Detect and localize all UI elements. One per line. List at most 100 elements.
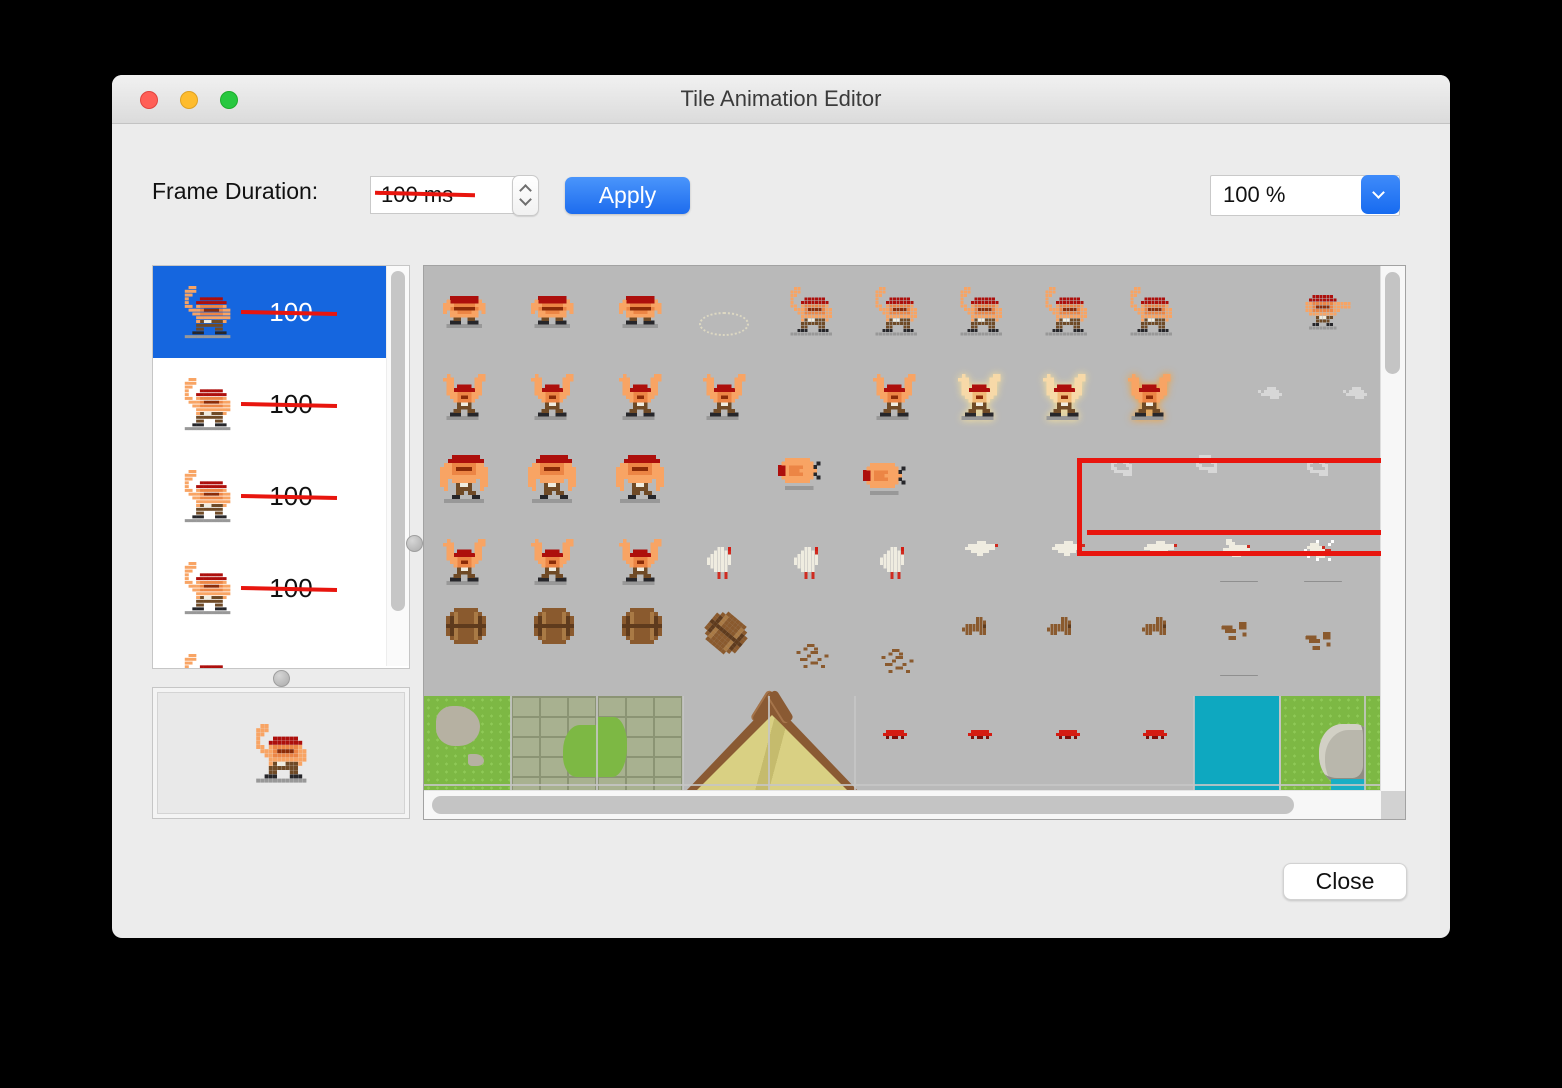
tileset-vertical-scrollbar[interactable] (1380, 266, 1405, 791)
tile-grid-line (768, 696, 770, 791)
chicken-sprite (707, 547, 742, 579)
tile-animation-editor-window: Tile Animation Editor Frame Duration: 10… (112, 75, 1450, 938)
frame-list-item[interactable]: 100 (153, 358, 409, 450)
barrel-sprite (622, 608, 662, 644)
tile-grid-line (1364, 696, 1366, 791)
stone-tile[interactable] (511, 696, 597, 791)
chevron-down-icon (1372, 186, 1385, 199)
crab-sprite (1143, 730, 1170, 739)
ghost-ellipse-sprite (699, 312, 749, 336)
shadow-smear-sprite (1304, 581, 1342, 582)
stone-tile[interactable] (597, 696, 683, 791)
frame-list-scrollbar[interactable] (386, 266, 409, 666)
zoom-level-value: 100 % (1223, 182, 1286, 207)
tile-grid-line (854, 696, 856, 791)
scatter-sprite (878, 649, 920, 674)
flex-sprite (531, 539, 577, 585)
barrel-sprite (534, 608, 574, 644)
tile-grid-line (1193, 696, 1195, 791)
stand-sprite (528, 455, 580, 503)
flex-sprite (703, 374, 749, 420)
water-tile[interactable] (1194, 696, 1279, 791)
birdfly-sprite (965, 541, 1004, 556)
flex-sprite (531, 374, 577, 420)
crab-sprite (968, 730, 995, 739)
lumpbits-sprite (1302, 632, 1344, 650)
barreltilt-sprite (699, 606, 753, 659)
titlebar[interactable]: Tile Animation Editor (112, 75, 1450, 124)
tileset-horizontal-scrollbar[interactable] (424, 790, 1381, 819)
scrollbar-corner (1381, 791, 1405, 819)
raised-sprite (181, 562, 234, 615)
lump-sprite (1047, 617, 1086, 635)
lump-sprite (1142, 617, 1181, 635)
vertical-splitter-handle[interactable] (406, 535, 423, 552)
flex-sprite (443, 374, 489, 420)
window-title: Tile Animation Editor (680, 86, 882, 111)
stepper-down-icon[interactable] (519, 193, 532, 206)
crab-sprite (1056, 730, 1083, 739)
lump-sprite (962, 617, 1001, 635)
frame-list[interactable]: 100 100 100 100 (152, 265, 410, 669)
tileset-panel (423, 265, 1406, 820)
tile-grid-line (424, 784, 1381, 786)
raised-sprite (872, 287, 921, 336)
raised-sprite (252, 724, 311, 783)
tile-grid-line (1279, 696, 1281, 791)
frame-list-item[interactable]: 100 (153, 450, 409, 542)
frame-list-item[interactable]: 100 (153, 542, 409, 634)
grass-tile[interactable] (1365, 696, 1381, 791)
zoom-dropdown-button[interactable] (1361, 175, 1400, 214)
frame-list-scrollbar-thumb[interactable] (391, 271, 405, 611)
raised-sprite (957, 287, 1006, 336)
tileset-vertical-scrollbar-thumb[interactable] (1385, 272, 1400, 374)
frame-duration-stepper[interactable] (512, 175, 539, 216)
animation-preview-panel (152, 687, 410, 819)
stand-sprite (616, 455, 668, 503)
chicken-sprite (794, 547, 829, 579)
red-arrow-annotation (1087, 530, 1381, 535)
scatter-sprite (793, 644, 835, 669)
zoom-level-dropdown[interactable]: 100 % (1210, 175, 1400, 216)
raised-sprite (181, 378, 234, 431)
close-button[interactable]: Close (1283, 863, 1407, 900)
glow-sprite (1043, 374, 1089, 420)
tile-grid-line (596, 696, 598, 791)
flex-sprite (619, 539, 665, 585)
flex-sprite (619, 374, 665, 420)
crouch-sprite (443, 296, 489, 328)
puff-sprite (1340, 387, 1373, 399)
raised-sprite (181, 470, 234, 523)
grassrock-tile[interactable] (1281, 696, 1365, 791)
shadow-smear-sprite (1220, 675, 1258, 676)
crouch-sprite (619, 296, 665, 328)
flex-sprite (443, 539, 489, 585)
roll-sprite (778, 458, 824, 490)
tile-grid-line (510, 696, 512, 791)
stand-sprite (440, 455, 492, 503)
flex-sprite (873, 374, 919, 420)
crab-sprite (883, 730, 910, 739)
animation-preview (157, 692, 405, 814)
raised-sprite (787, 287, 836, 336)
raised-sprite (181, 286, 234, 339)
apply-button[interactable]: Apply (565, 177, 690, 214)
lumpbits-sprite (1218, 622, 1260, 640)
red-rectangle-annotation (1077, 458, 1381, 556)
tent-tile[interactable] (686, 689, 858, 791)
raised-sprite (1127, 287, 1176, 336)
raised-sprite (181, 654, 234, 668)
frame-list-item[interactable] (153, 634, 409, 668)
glow-sprite (958, 374, 1004, 420)
frame-duration-label: Frame Duration: (152, 178, 319, 204)
roll-sprite (863, 463, 909, 495)
tileset-view[interactable] (424, 266, 1381, 791)
grass-tile[interactable] (424, 696, 511, 791)
horizontal-splitter-handle[interactable] (273, 670, 290, 687)
flame-sprite (1128, 374, 1174, 420)
tile-grid-line (682, 696, 684, 791)
tileset-horizontal-scrollbar-thumb[interactable] (432, 796, 1294, 814)
frame-list-item[interactable]: 100 (153, 266, 409, 358)
shadow-smear-sprite (1220, 581, 1258, 582)
barrel-sprite (446, 608, 486, 644)
